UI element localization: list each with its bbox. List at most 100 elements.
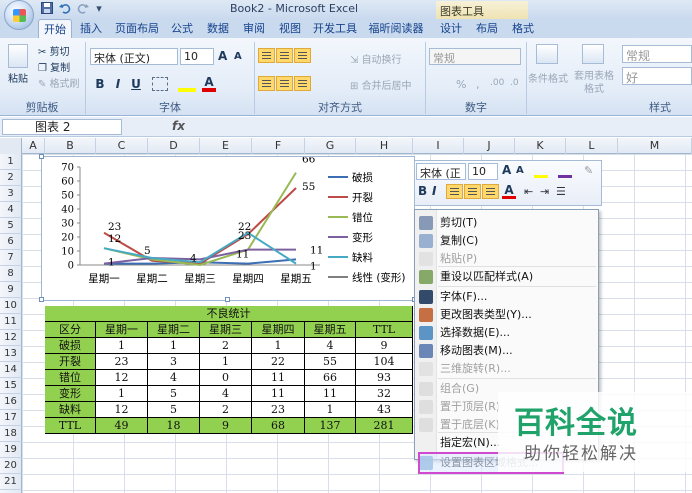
tab-home[interactable]: 开始 (38, 19, 72, 38)
save-icon[interactable] (40, 2, 54, 16)
conditional-format-button[interactable]: 条件格式 (528, 70, 568, 85)
mini-outline-color-icon[interactable] (558, 164, 572, 178)
paste-icon[interactable] (8, 44, 28, 68)
insert-function-button[interactable]: fx (172, 119, 185, 133)
line-chart[interactable]: 0 10 20 30 40 50 60 70 星期一 星期二 星期三 星期四 星期五 破损 开裂 错位 变形 缺料… (41, 154, 415, 301)
style-normal[interactable]: 常规 (622, 45, 692, 63)
table-header-cell[interactable]: TTL (356, 322, 413, 338)
table-title[interactable]: 不良统计 (45, 306, 413, 322)
align-right-button[interactable] (294, 76, 311, 91)
paste-button[interactable]: 粘贴 (8, 70, 28, 85)
menu-item[interactable]: 重设以匹配样式(A) (440, 268, 533, 286)
tab-developer[interactable]: 开发工具 (309, 19, 361, 38)
name-box[interactable]: 图表 2 (2, 119, 122, 135)
table-cell[interactable]: 137 (305, 418, 356, 434)
merge-center-button[interactable]: ⊞ 合并后居中 (350, 77, 412, 92)
mini-align-center-button[interactable] (464, 184, 481, 199)
mini-italic-button[interactable]: I (432, 184, 436, 198)
table-cell[interactable]: 1 (96, 338, 148, 354)
mini-bullets-icon[interactable]: ☰ (556, 185, 566, 198)
column-header-b[interactable]: B (45, 138, 96, 154)
mini-shrink-font-button[interactable]: A (516, 165, 524, 176)
align-bottom-button[interactable] (294, 48, 311, 63)
table-cell[interactable]: 4 (305, 338, 356, 354)
table-cell[interactable]: 43 (356, 402, 413, 418)
row-header-10[interactable]: 10 (0, 298, 22, 314)
bold-button[interactable]: B (92, 76, 108, 93)
table-row-label[interactable]: 开裂 (45, 354, 96, 370)
comma-button[interactable]: , (476, 78, 480, 91)
table-row-label[interactable]: TTL (45, 418, 96, 434)
tab-layout[interactable]: 布局 (470, 19, 504, 38)
wrap-text-button[interactable]: ⇲ 自动换行 (350, 51, 402, 66)
table-row-label[interactable]: 错位 (45, 370, 96, 386)
row-header-13[interactable]: 13 (0, 346, 22, 362)
column-header-i[interactable]: I (413, 138, 464, 154)
conditional-format-icon[interactable] (536, 44, 558, 64)
table-cell[interactable]: 9 (200, 418, 252, 434)
row-header-12[interactable]: 12 (0, 330, 22, 346)
percent-button[interactable]: % (456, 78, 466, 91)
table-cell[interactable]: 11 (305, 386, 356, 402)
tab-formulas[interactable]: 公式 (165, 19, 199, 38)
row-header-6[interactable]: 6 (0, 234, 22, 250)
table-cell[interactable]: 68 (252, 418, 305, 434)
chart-resize-handle[interactable] (39, 297, 44, 302)
mini-bold-button[interactable]: B (418, 184, 427, 198)
table-cell[interactable]: 11 (252, 370, 305, 386)
column-header-k[interactable]: K (515, 138, 566, 154)
table-cell[interactable]: 23 (252, 402, 305, 418)
row-header-14[interactable]: 14 (0, 362, 22, 378)
column-header-c[interactable]: C (96, 138, 148, 154)
borders-icon[interactable] (152, 77, 168, 91)
row-header-4[interactable]: 4 (0, 202, 22, 218)
format-painter-button[interactable]: ✎ 格式刷 (38, 75, 80, 90)
mini-align-right-button[interactable] (482, 184, 499, 199)
row-header-11[interactable]: 11 (0, 314, 22, 330)
row-header-16[interactable]: 16 (0, 394, 22, 410)
tab-format[interactable]: 格式 (506, 19, 540, 38)
table-cell[interactable]: 23 (96, 354, 148, 370)
select-all-corner[interactable] (0, 138, 22, 154)
redo-icon[interactable] (76, 2, 90, 16)
column-header-f[interactable]: F (252, 138, 305, 154)
table-cell[interactable]: 4 (148, 370, 200, 386)
menu-item[interactable]: 更改图表类型(Y)... (440, 306, 532, 324)
office-button[interactable] (4, 0, 34, 30)
table-header-cell[interactable]: 星期五 (305, 322, 356, 338)
mini-font-select[interactable]: 宋体 (正 (416, 163, 466, 180)
table-cell[interactable]: 1 (96, 386, 148, 402)
row-header-5[interactable]: 5 (0, 218, 22, 234)
row-header-19[interactable]: 19 (0, 442, 22, 458)
table-header-cell[interactable]: 星期四 (252, 322, 305, 338)
chart-resize-handle[interactable] (39, 154, 44, 159)
table-cell[interactable]: 66 (305, 370, 356, 386)
table-cell[interactable]: 0 (200, 370, 252, 386)
row-header-21[interactable]: 21 (0, 474, 22, 490)
font-size-select[interactable]: 10 (180, 48, 214, 65)
menu-item[interactable]: 字体(F)... (440, 288, 487, 306)
table-cell[interactable]: 18 (148, 418, 200, 434)
table-header-cell[interactable]: 星期二 (148, 322, 200, 338)
mini-increase-indent-icon[interactable]: ⇥ (540, 185, 549, 198)
mini-size-select[interactable]: 10 (468, 163, 498, 180)
style-good[interactable]: 好 (622, 67, 692, 85)
table-cell[interactable]: 93 (356, 370, 413, 386)
decrease-decimal-button[interactable]: .0 (510, 78, 519, 88)
row-header-20[interactable]: 20 (0, 458, 22, 474)
number-format-select[interactable]: 常规 (429, 48, 521, 65)
tab-page-layout[interactable]: 页面布局 (111, 19, 163, 38)
increase-decimal-button[interactable]: .00 (490, 78, 504, 88)
tab-foxit-reader[interactable]: 福昕阅读器 (364, 19, 428, 38)
table-cell[interactable]: 4 (200, 386, 252, 402)
table-cell[interactable]: 9 (356, 338, 413, 354)
row-header-2[interactable]: 2 (0, 170, 22, 186)
table-row-label[interactable]: 破损 (45, 338, 96, 354)
menu-item[interactable]: 剪切(T) (440, 214, 477, 232)
cut-button[interactable]: ✂ 剪切 (38, 43, 70, 58)
column-header-h[interactable]: H (356, 138, 413, 154)
row-header-17[interactable]: 17 (0, 410, 22, 426)
align-left-button[interactable] (258, 76, 275, 91)
quick-access-customize[interactable]: ▾ (93, 2, 105, 16)
mini-grow-font-button[interactable]: A (502, 163, 511, 177)
